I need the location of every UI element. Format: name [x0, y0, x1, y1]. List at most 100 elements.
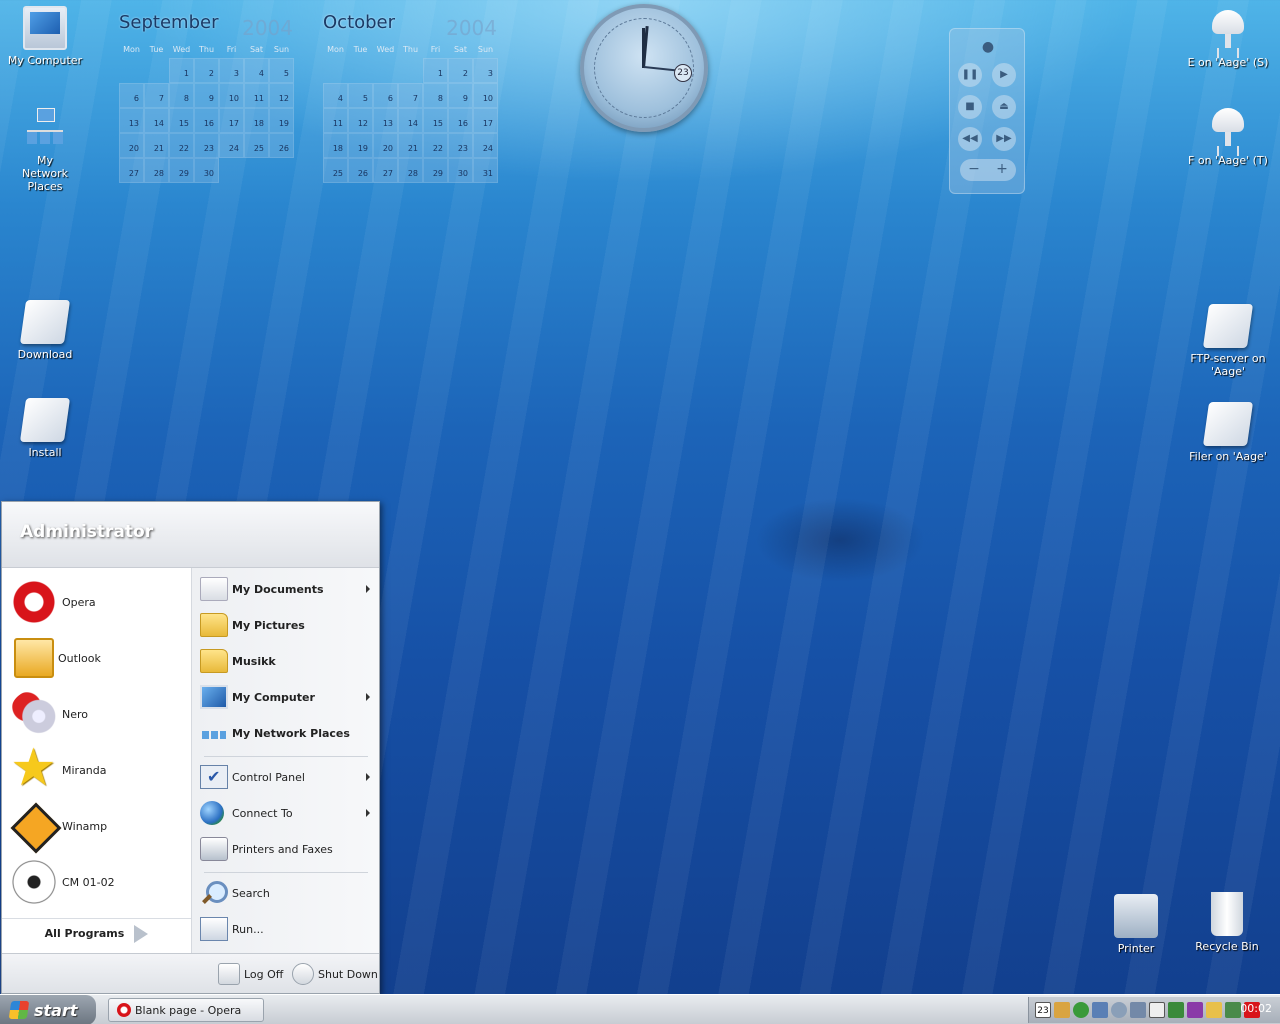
weekday-label: Thu — [402, 45, 419, 54]
desktop-icon-filer[interactable]: Filer on 'Aage' — [1184, 402, 1272, 463]
apple-logo-icon: ● — [981, 39, 995, 55]
desktop-icon-drive-f[interactable]: F on 'Aage' (T) — [1184, 106, 1272, 167]
calendar-day: 7 — [144, 83, 169, 108]
weekday-label: Fri — [226, 45, 237, 54]
calendar-day: 23 — [448, 133, 473, 158]
install-icon — [19, 398, 71, 442]
tray-clock[interactable]: 00:02 — [1240, 1002, 1272, 1015]
taskbar-button-opera[interactable]: Blank page - Opera — [108, 998, 264, 1022]
tray-mail-icon[interactable] — [1149, 1002, 1165, 1018]
menu-item-label: Control Panel — [232, 770, 305, 784]
calendar-day: 26 — [269, 133, 294, 158]
calendar-blank-cell — [144, 58, 169, 83]
calendar-day: 2 — [194, 58, 219, 83]
calendar-blank-cell — [373, 58, 398, 83]
pause-button[interactable]: ❚❚ — [958, 63, 982, 87]
tray-person-icon[interactable] — [1073, 1002, 1089, 1018]
start-menu-footer: Log Off Shut Down — [2, 953, 379, 993]
weekday-label: Wed — [376, 45, 395, 54]
tray-network-icon[interactable] — [1092, 1002, 1108, 1018]
windows-logo-icon — [8, 1001, 30, 1019]
play-button[interactable]: ▶ — [992, 63, 1016, 87]
desktop-icon-my-computer[interactable]: My Computer — [1, 6, 89, 67]
calendar-day: 14 — [144, 108, 169, 133]
fast-forward-button[interactable]: ▶▶ — [992, 127, 1016, 151]
pinned-programs: Opera Outlook Nero Miranda Winamp CM 01-… — [2, 568, 191, 953]
calendar-day: 10 — [219, 83, 244, 108]
arrow-right-icon — [134, 924, 149, 943]
desktop-icon-my-network-places[interactable]: My Network Places — [1, 106, 89, 193]
miranda-icon — [10, 738, 58, 798]
desktop-icon-drive-e[interactable]: E on 'Aage' (S) — [1184, 8, 1272, 69]
calendar-day: 19 — [269, 108, 294, 133]
desktop-icon-label: Printer — [1117, 942, 1155, 955]
desktop-icon-label: Recycle Bin — [1195, 940, 1259, 953]
ftp-server-icon — [1202, 304, 1254, 348]
calendar-day: 29 — [169, 158, 194, 183]
all-programs-button[interactable]: All Programs — [2, 918, 191, 948]
menu-item-control-panel[interactable]: Control Panel — [200, 762, 376, 792]
tray-msn-icon[interactable] — [1168, 1002, 1184, 1018]
weekday-label: Mon — [327, 45, 344, 54]
pinned-outlook[interactable]: Outlook — [10, 634, 101, 682]
menu-item-label: Musikk — [232, 654, 276, 668]
calendar-day: 6 — [373, 83, 398, 108]
pinned-opera[interactable]: Opera — [10, 578, 96, 626]
computer-icon — [200, 685, 228, 709]
desktop-icon-download[interactable]: Download — [1, 300, 89, 361]
tray-msn2-icon[interactable] — [1187, 1002, 1203, 1018]
calendar-year: 2004 — [242, 16, 293, 40]
calendar-weekdays: Mon Tue Wed Thu Fri Sat Sun — [119, 45, 295, 54]
clock-widget[interactable]: 23 — [580, 4, 708, 132]
menu-item-label: My Computer — [232, 690, 315, 704]
pinned-winamp[interactable]: Winamp — [10, 802, 107, 850]
calendar-day: 4 — [323, 83, 348, 108]
network-drive-icon — [1206, 106, 1250, 150]
desktop-icon-label: Download — [17, 348, 73, 361]
menu-item-search[interactable]: Search — [200, 878, 376, 908]
tray-security-icon[interactable] — [1225, 1002, 1241, 1018]
calendar-day: 20 — [119, 133, 144, 158]
weekday-label: Tue — [353, 45, 368, 54]
shut-down-button[interactable]: Shut Down — [292, 963, 378, 985]
desktop-icon-install[interactable]: Install — [1, 398, 89, 459]
network-places-icon — [23, 106, 67, 150]
pinned-nero[interactable]: Nero — [10, 690, 88, 738]
menu-item-printers-and-faxes[interactable]: Printers and Faxes — [200, 834, 376, 864]
calendar-day: 12 — [348, 108, 373, 133]
tray-display-icon[interactable] — [1130, 1002, 1146, 1018]
desktop-icon-printer[interactable]: Printer — [1092, 894, 1180, 955]
calendar-day: 5 — [269, 58, 294, 83]
pinned-miranda[interactable]: Miranda — [10, 738, 107, 798]
desktop-icon-ftp-server[interactable]: FTP-server on 'Aage' — [1184, 304, 1272, 378]
tray-folder-icon[interactable] — [1206, 1002, 1222, 1018]
volume-down-button[interactable]: − — [968, 159, 980, 181]
desktop-icon-recycle-bin[interactable]: Recycle Bin — [1183, 892, 1271, 953]
start-button[interactable]: start — [0, 995, 96, 1024]
pinned-cm-01-02[interactable]: CM 01-02 — [10, 858, 115, 906]
tray-calendar-icon[interactable]: 23 — [1035, 1002, 1051, 1018]
key-icon — [218, 963, 240, 985]
menu-item-run[interactable]: Run... — [200, 914, 376, 944]
volume-up-button[interactable]: + — [996, 159, 1008, 181]
weekday-label: Tue — [149, 45, 164, 54]
calendar-day: 22 — [169, 133, 194, 158]
tray-pen-icon[interactable] — [1054, 1002, 1070, 1018]
stop-button[interactable]: ■ — [958, 95, 982, 119]
menu-item-my-documents[interactable]: My Documents — [200, 574, 376, 604]
menu-item-connect-to[interactable]: Connect To — [200, 798, 376, 828]
desktop-icon-label: Install — [28, 446, 62, 459]
eject-button[interactable]: ⏏ — [992, 95, 1016, 119]
rewind-button[interactable]: ◀◀ — [958, 127, 982, 151]
menu-item-my-network-places[interactable]: My Network Places — [200, 718, 376, 748]
pinned-item-label: CM 01-02 — [62, 875, 115, 889]
menu-item-musikk[interactable]: Musikk — [200, 646, 376, 676]
log-off-button[interactable]: Log Off — [218, 963, 283, 985]
calendar-day: 30 — [194, 158, 219, 183]
menu-item-my-pictures[interactable]: My Pictures — [200, 610, 376, 640]
tray-connection-icon[interactable] — [1111, 1002, 1127, 1018]
calendar-day: 18 — [244, 108, 269, 133]
calendar-day: 1 — [423, 58, 448, 83]
menu-item-my-computer[interactable]: My Computer — [200, 682, 376, 712]
volume-control[interactable]: − + — [960, 159, 1016, 181]
